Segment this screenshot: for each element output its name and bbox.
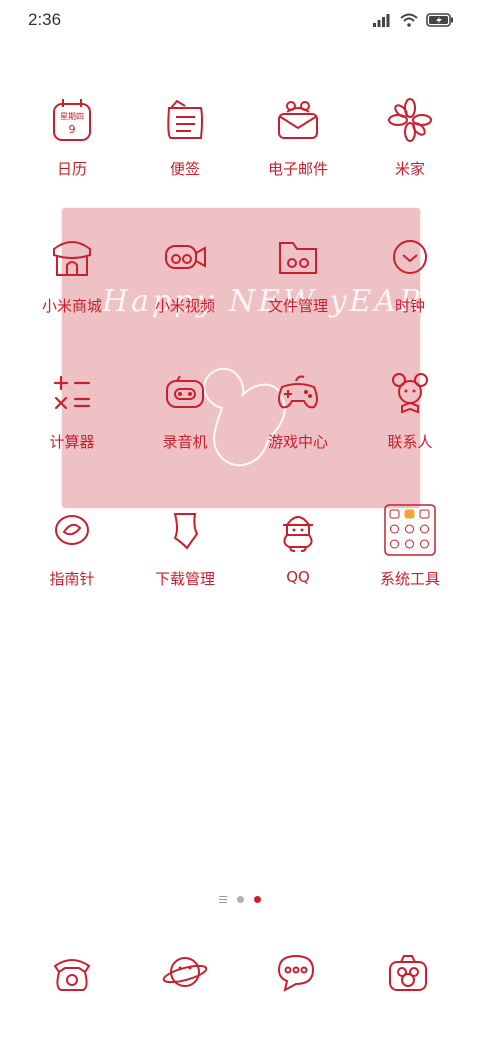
app-calculator[interactable]: 计算器 <box>14 363 130 473</box>
video-camera-icon <box>155 227 215 287</box>
dock <box>0 944 480 1008</box>
app-label-downloads: 下载管理 <box>154 570 215 588</box>
app-notes[interactable]: 便签 <box>127 90 243 200</box>
signal-icon <box>372 12 392 31</box>
dock-messages[interactable] <box>266 944 326 1004</box>
app-label-game-center: 游戏中心 <box>267 433 328 451</box>
app-qq[interactable]: QQ <box>240 500 356 610</box>
app-downloads[interactable]: 下载管理 <box>127 500 243 610</box>
calculator-icon <box>42 363 102 423</box>
compass-icon <box>42 500 102 560</box>
system-tools-folder-icon <box>380 500 440 560</box>
phone-icon <box>49 950 95 998</box>
page-dot-2[interactable] <box>237 896 244 903</box>
app-label-email: 电子邮件 <box>267 160 328 178</box>
messages-icon <box>273 950 319 998</box>
app-clock[interactable]: 时钟 <box>352 227 468 337</box>
download-icon <box>155 500 215 560</box>
calendar-icon: 星期四 9 <box>42 90 102 150</box>
calendar-weekday: 星期四 <box>60 112 84 121</box>
status-time: 2:36 <box>28 10 62 29</box>
battery-charging-icon <box>426 12 454 31</box>
calendar-day: 9 <box>69 123 76 136</box>
dock-browser[interactable] <box>155 944 215 1004</box>
status-bar: 2:36 <box>0 0 480 44</box>
gamepad-icon <box>268 363 328 423</box>
folder-icon <box>268 227 328 287</box>
app-label-calculator: 计算器 <box>49 433 95 451</box>
qq-penguin-icon <box>268 500 328 560</box>
app-email[interactable]: 电子邮件 <box>240 90 356 200</box>
menu-lines-icon <box>219 896 227 903</box>
notes-icon <box>155 90 215 150</box>
app-label-calendar: 日历 <box>56 160 87 178</box>
app-label-system-tools: 系统工具 <box>379 570 440 588</box>
app-label-recorder: 录音机 <box>162 433 208 451</box>
app-label-mijia: 米家 <box>394 160 425 178</box>
camera-icon <box>385 950 431 998</box>
page-dot-3-active[interactable] <box>254 896 261 903</box>
app-label-qq: QQ <box>286 568 310 586</box>
clock-icon <box>380 227 440 287</box>
dock-phone[interactable] <box>42 944 102 1004</box>
app-system-tools[interactable]: 系统工具 <box>352 500 468 610</box>
email-icon <box>268 90 328 150</box>
page-indicator[interactable] <box>0 896 480 903</box>
app-recorder[interactable]: 录音机 <box>127 363 243 473</box>
app-label-video: 小米视频 <box>154 297 215 315</box>
app-mijia[interactable]: 米家 <box>352 90 468 200</box>
app-label-notes: 便签 <box>169 160 200 178</box>
recorder-icon <box>155 363 215 423</box>
dock-camera[interactable] <box>378 944 438 1004</box>
app-files[interactable]: 文件管理 <box>240 227 356 337</box>
contacts-icon <box>380 363 440 423</box>
app-mall[interactable]: 小米商城 <box>14 227 130 337</box>
mijia-flower-icon <box>380 90 440 150</box>
app-label-clock: 时钟 <box>394 297 425 315</box>
app-video[interactable]: 小米视频 <box>127 227 243 337</box>
app-label-files: 文件管理 <box>267 297 328 315</box>
wifi-icon <box>400 12 418 31</box>
browser-planet-icon <box>161 950 209 998</box>
app-compass[interactable]: 指南针 <box>14 500 130 610</box>
mall-shop-icon <box>42 227 102 287</box>
app-calendar[interactable]: 星期四 9 日历 <box>14 90 130 200</box>
app-game-center[interactable]: 游戏中心 <box>240 363 356 473</box>
app-label-mall: 小米商城 <box>41 297 102 315</box>
app-label-contacts: 联系人 <box>387 433 433 451</box>
app-contacts[interactable]: 联系人 <box>352 363 468 473</box>
status-icons <box>372 12 454 31</box>
app-label-compass: 指南针 <box>49 570 95 588</box>
